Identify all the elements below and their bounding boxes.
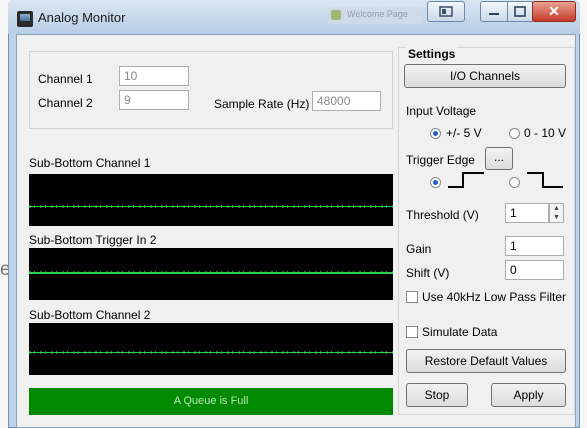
maximize-button[interactable]	[507, 1, 533, 22]
io-channels-button[interactable]: I/O Channels	[404, 64, 566, 88]
plot-label-channel1: Sub-Bottom Channel 1	[29, 156, 151, 170]
signal-trace	[29, 352, 393, 353]
shift-label: Shift (V)	[406, 266, 450, 280]
maximize-icon	[514, 6, 526, 17]
voltage-option-bipolar[interactable]: +/- 5 V	[446, 126, 482, 140]
status-bar: A Queue is Full	[29, 388, 393, 415]
window-list-icon	[439, 6, 453, 17]
window-title: Analog Monitor	[38, 10, 126, 25]
trigger-radio-falling[interactable]	[509, 177, 520, 188]
trigger-edge-label: Trigger Edge	[406, 153, 475, 167]
channel1-label: Channel 1	[38, 72, 93, 86]
gain-label: Gain	[406, 242, 432, 256]
falling-edge-icon	[527, 172, 563, 188]
simulate-label[interactable]: Simulate Data	[422, 325, 497, 339]
channel2-label: Channel 2	[38, 96, 93, 110]
apply-button[interactable]: Apply	[491, 383, 566, 407]
signal-trace	[29, 206, 393, 207]
minimize-icon	[489, 13, 499, 15]
channel2-field[interactable]: 9	[119, 90, 189, 110]
restore-defaults-button[interactable]: Restore Default Values	[406, 349, 566, 373]
threshold-field[interactable]: 1	[505, 203, 549, 223]
close-icon: ✕	[548, 3, 560, 19]
close-button[interactable]: ✕	[532, 1, 576, 22]
input-voltage-label: Input Voltage	[406, 104, 477, 118]
app-icon	[17, 11, 33, 27]
extra-caption-button[interactable]	[427, 1, 465, 22]
spin-up-icon[interactable]: ▲	[550, 204, 563, 213]
spin-down-icon[interactable]: ▼	[550, 213, 563, 222]
stop-button[interactable]: Stop	[406, 383, 468, 407]
plot-channel2	[29, 323, 393, 375]
voltage-radio-bipolar[interactable]	[430, 128, 441, 139]
settings-title: Settings	[406, 47, 458, 61]
voltage-option-unipolar[interactable]: 0 - 10 V	[524, 126, 566, 140]
minimize-button[interactable]	[480, 1, 508, 22]
background-window-tab[interactable]: Welcome Page	[327, 7, 423, 24]
simulate-checkbox[interactable]	[406, 326, 418, 338]
voltage-radio-unipolar[interactable]	[509, 128, 520, 139]
gain-field[interactable]: 1	[505, 236, 564, 256]
channel-group	[29, 51, 393, 129]
shift-field[interactable]: 0	[505, 260, 564, 280]
plot-label-trigger: Sub-Bottom Trigger In 2	[29, 233, 157, 247]
threshold-label: Threshold (V)	[406, 208, 479, 222]
plot-trigger	[29, 248, 393, 300]
plot-channel1	[29, 174, 393, 226]
plot-label-channel2: Sub-Bottom Channel 2	[29, 308, 151, 322]
rising-edge-icon	[448, 172, 484, 188]
sample-rate-field[interactable]: 48000	[312, 91, 381, 111]
background-tab-label: Welcome Page	[347, 9, 408, 19]
page-icon	[331, 10, 341, 20]
channel1-field[interactable]: 10	[119, 66, 189, 86]
lowpass-label[interactable]: Use 40kHz Low Pass Filter	[422, 290, 566, 304]
sample-rate-label: Sample Rate (Hz)	[214, 97, 310, 111]
lowpass-checkbox[interactable]	[406, 291, 418, 303]
trigger-browse-button[interactable]: ...	[485, 147, 513, 170]
trigger-radio-rising[interactable]	[430, 177, 441, 188]
signal-trace	[29, 272, 393, 274]
threshold-spinner[interactable]: ▲ ▼	[549, 203, 564, 223]
desktop-background-right	[579, 0, 587, 428]
